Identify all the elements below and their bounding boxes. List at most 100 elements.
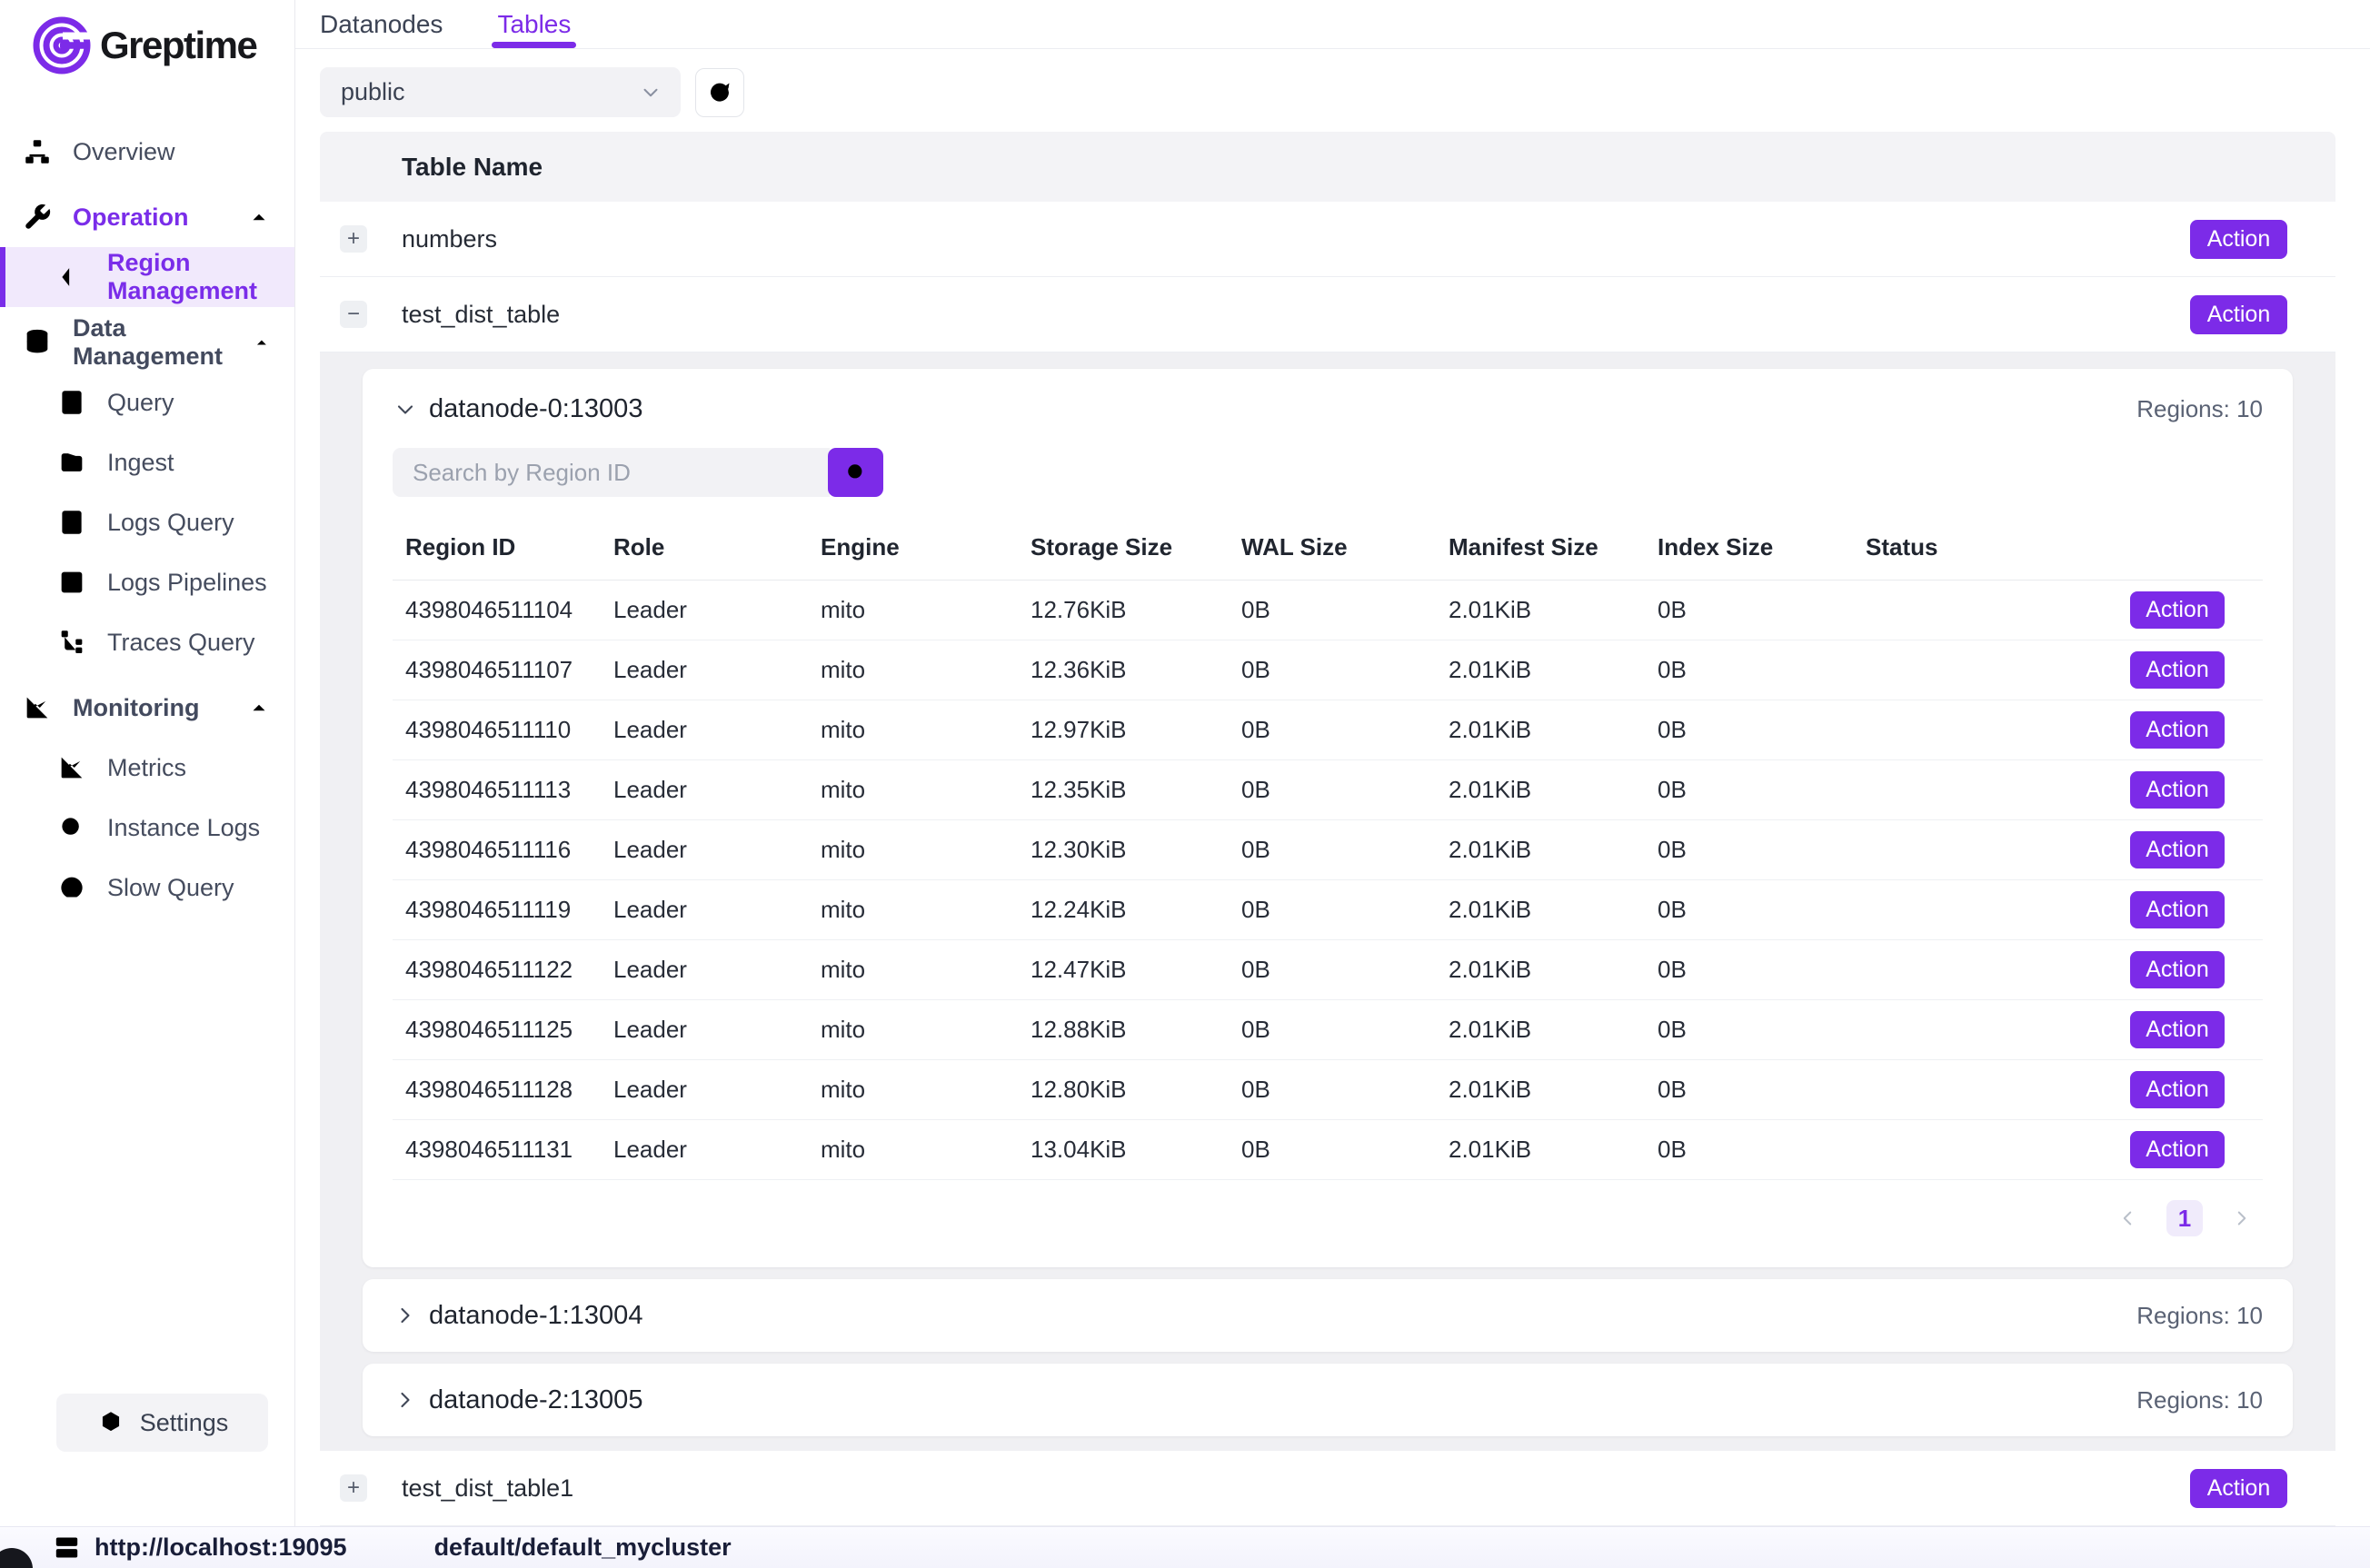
- refresh-icon: [706, 79, 733, 106]
- datanode-title: datanode-0:13003: [429, 394, 642, 424]
- region-action-button[interactable]: Action: [2130, 1011, 2225, 1048]
- region-cell-index_size: 0B: [1645, 640, 1853, 700]
- chevron-down-icon[interactable]: [393, 397, 418, 422]
- sidebar-item-slow-query[interactable]: Slow Query: [0, 858, 294, 918]
- region-row: 4398046511116Leadermito12.30KiB0B2.01KiB…: [393, 820, 2263, 880]
- sidebar-item-overview[interactable]: Overview: [0, 122, 294, 182]
- tab-tables[interactable]: Tables: [497, 0, 571, 48]
- region-cell-manifest_size: 2.01KiB: [1436, 640, 1645, 700]
- region-cell-region_id: 4398046511122: [393, 940, 601, 1000]
- sidebar-item-metrics[interactable]: Metrics: [0, 738, 294, 798]
- region-search: [393, 448, 2263, 497]
- region-cell-storage_size: 12.24KiB: [1018, 880, 1229, 940]
- region-cell-region_id: 4398046511104: [393, 581, 601, 640]
- sidebar-item-instance-logs[interactable]: Instance Logs: [0, 798, 294, 858]
- region-action-button[interactable]: Action: [2130, 891, 2225, 928]
- datanode-card-1[interactable]: datanode-1:13004 Regions: 10: [363, 1279, 2293, 1352]
- sidebar-item-ingest[interactable]: Ingest: [0, 432, 294, 492]
- region-cell-index_size: 0B: [1645, 940, 1853, 1000]
- sidebar-item-logs-query[interactable]: Logs Query: [0, 492, 294, 552]
- document-search-icon: [56, 387, 87, 418]
- region-cell-manifest_size: 2.01KiB: [1436, 700, 1645, 760]
- region-action-cell: Action: [2089, 700, 2263, 760]
- datanode-card-2[interactable]: datanode-2:13005 Regions: 10: [363, 1364, 2293, 1436]
- server-url[interactable]: http://localhost:19095: [52, 1533, 347, 1563]
- region-action-cell: Action: [2089, 1120, 2263, 1180]
- expand-button[interactable]: +: [340, 225, 367, 253]
- region-table-header-row: Region IDRoleEngineStorage SizeWAL SizeM…: [393, 519, 2263, 581]
- region-row: 4398046511104Leadermito12.76KiB0B2.01KiB…: [393, 581, 2263, 640]
- region-cell-storage_size: 12.88KiB: [1018, 1000, 1229, 1060]
- region-cell-index_size: 0B: [1645, 1000, 1853, 1060]
- sidebar-item-logs-pipelines[interactable]: Logs Pipelines: [0, 552, 294, 612]
- region-cell-status: [1853, 1120, 2089, 1180]
- region-action-button[interactable]: Action: [2130, 651, 2225, 689]
- cluster-text: default/default_mycluster: [434, 1533, 732, 1562]
- region-table-body: 4398046511104Leadermito12.76KiB0B2.01KiB…: [393, 581, 2263, 1180]
- chevron-right-icon[interactable]: [393, 1387, 418, 1413]
- datanode-card-0: datanode-0:13003 Regions: 10: [363, 369, 2293, 1267]
- table-action-button[interactable]: Action: [2190, 295, 2287, 334]
- region-action-cell: Action: [2089, 820, 2263, 880]
- tab-datanodes[interactable]: Datanodes: [320, 0, 443, 48]
- sidebar-section-operation[interactable]: Operation: [0, 187, 294, 247]
- settings-button[interactable]: Settings: [56, 1394, 268, 1452]
- datanode-header[interactable]: datanode-0:13003 Regions: 10: [393, 369, 2263, 424]
- region-cell-storage_size: 12.47KiB: [1018, 940, 1229, 1000]
- chevron-up-icon[interactable]: [247, 205, 271, 229]
- sidebar-item-query[interactable]: Query: [0, 372, 294, 432]
- chevron-up-icon[interactable]: [247, 696, 271, 719]
- schema-select[interactable]: public: [320, 67, 681, 117]
- sidebar-section-monitoring[interactable]: Monitoring: [0, 678, 294, 738]
- toolbar: public: [295, 49, 2370, 117]
- region-cell-storage_size: 12.36KiB: [1018, 640, 1229, 700]
- chevron-up-icon[interactable]: [253, 331, 271, 354]
- region-action-cell: Action: [2089, 640, 2263, 700]
- region-cell-role: Leader: [601, 700, 808, 760]
- regions-count: Regions: 10: [2136, 395, 2263, 423]
- region-action-button[interactable]: Action: [2130, 591, 2225, 629]
- region-cell-status: [1853, 1060, 2089, 1120]
- table-row-test-dist-table1: + test_dist_table1 Action: [320, 1451, 2335, 1526]
- region-cell-status: [1853, 880, 2089, 940]
- chevron-left-icon[interactable]: [2116, 1206, 2139, 1230]
- region-search-button[interactable]: [828, 448, 883, 497]
- expand-button[interactable]: +: [340, 1474, 367, 1502]
- region-action-button[interactable]: Action: [2130, 1131, 2225, 1168]
- chevron-right-icon[interactable]: [2230, 1206, 2254, 1230]
- refresh-button[interactable]: [695, 68, 744, 117]
- database-icon: [22, 327, 53, 358]
- region-cell-role: Leader: [601, 820, 808, 880]
- datanode-title: datanode-2:13005: [429, 1385, 642, 1415]
- region-search-input[interactable]: [393, 448, 830, 497]
- sidebar-section-data-management[interactable]: Data Management: [0, 313, 294, 372]
- table-name: numbers: [402, 225, 497, 253]
- collapse-button[interactable]: −: [340, 301, 367, 328]
- table-action-button[interactable]: Action: [2190, 220, 2287, 259]
- region-action-button[interactable]: Action: [2130, 1071, 2225, 1108]
- region-cell-role: Leader: [601, 760, 808, 820]
- region-action-button[interactable]: Action: [2130, 951, 2225, 988]
- region-row: 4398046511110Leadermito12.97KiB0B2.01KiB…: [393, 700, 2263, 760]
- region-action-button[interactable]: Action: [2130, 711, 2225, 749]
- brand-logo[interactable]: Greptime: [0, 0, 294, 84]
- column-header-action: [2089, 519, 2263, 581]
- chevron-right-icon[interactable]: [393, 1303, 418, 1328]
- region-cell-wal_size: 0B: [1229, 820, 1436, 880]
- region-action-button[interactable]: Action: [2130, 831, 2225, 868]
- table-name: test_dist_table1: [402, 1474, 573, 1503]
- region-cell-region_id: 4398046511107: [393, 640, 601, 700]
- cluster-selector[interactable]: default/default_mycluster: [434, 1533, 732, 1562]
- region-cell-role: Leader: [601, 581, 808, 640]
- table-action-button[interactable]: Action: [2190, 1469, 2287, 1508]
- region-cell-wal_size: 0B: [1229, 1000, 1436, 1060]
- sidebar-section-label: Operation: [73, 203, 189, 232]
- region-cell-wal_size: 0B: [1229, 760, 1436, 820]
- page-number[interactable]: 1: [2166, 1200, 2203, 1236]
- region-cell-manifest_size: 2.01KiB: [1436, 760, 1645, 820]
- table-name: test_dist_table: [402, 301, 560, 329]
- greptime-spiral-icon: [33, 16, 91, 74]
- sidebar-item-traces-query[interactable]: Traces Query: [0, 612, 294, 672]
- region-action-button[interactable]: Action: [2130, 771, 2225, 809]
- sidebar-item-region-management[interactable]: Region Management: [0, 247, 294, 307]
